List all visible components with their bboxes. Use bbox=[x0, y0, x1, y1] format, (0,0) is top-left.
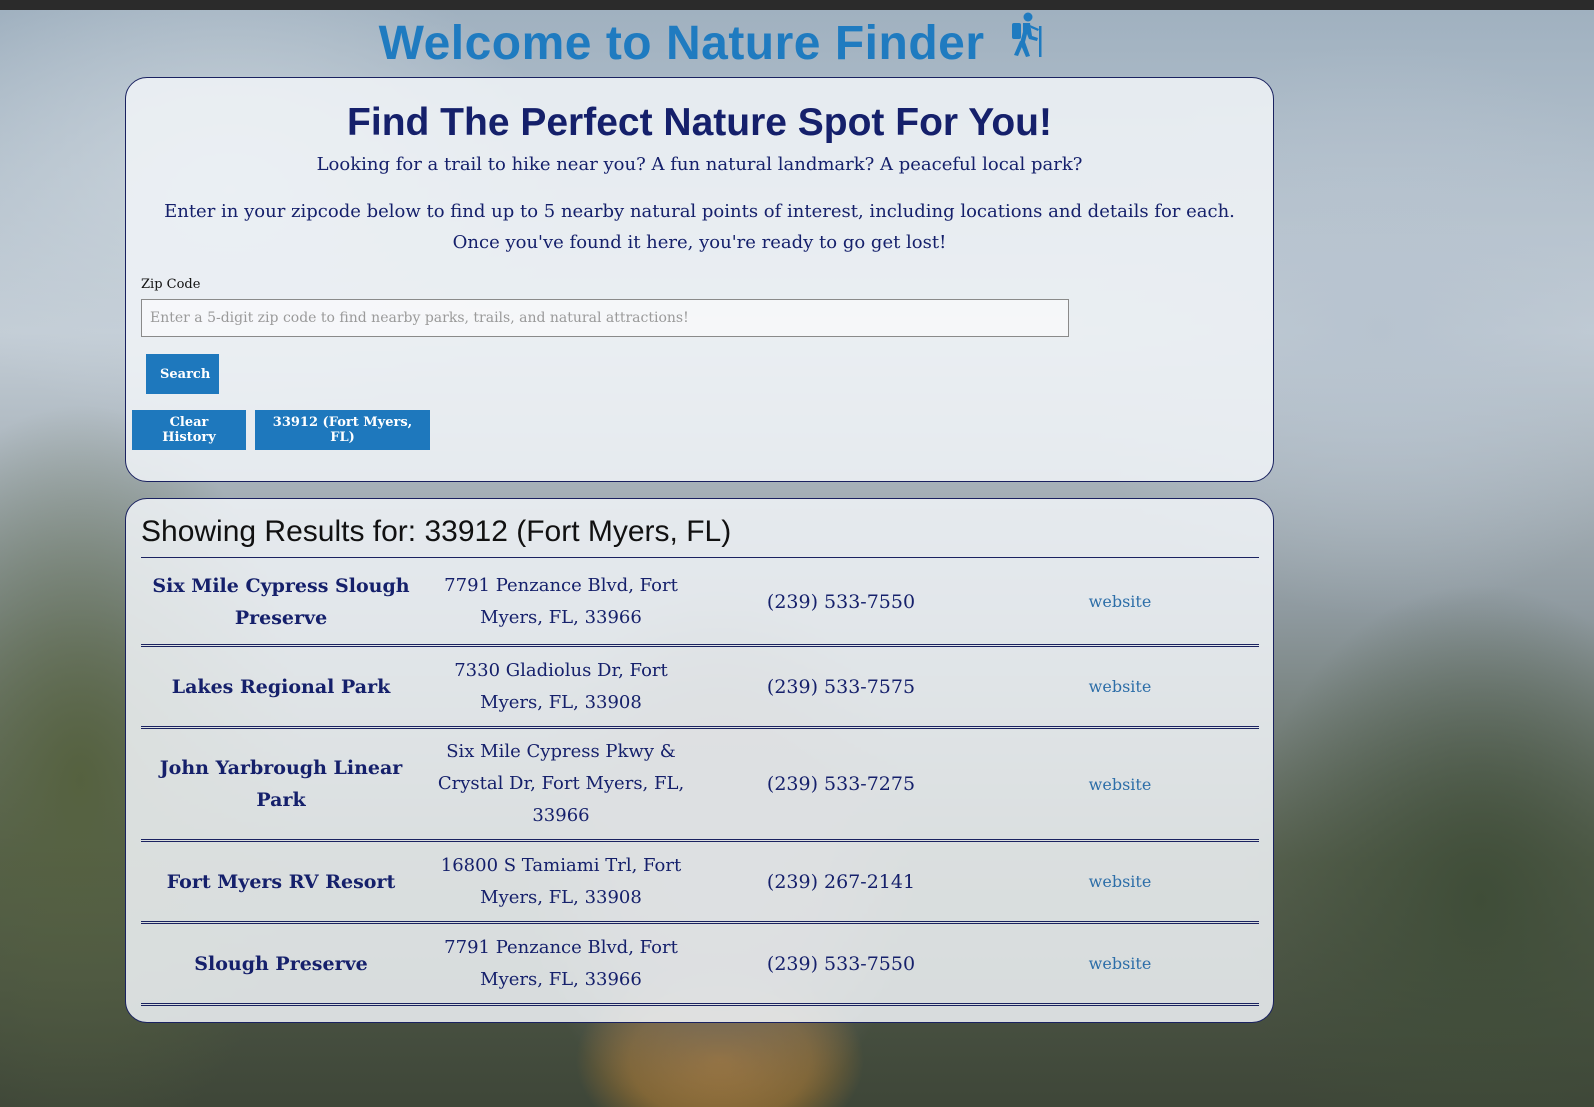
result-row: Lakes Regional Park 7330 Gladiolus Dr, F… bbox=[141, 647, 1259, 729]
zip-code-label: Zip Code bbox=[141, 277, 201, 292]
result-row: Fort Myers RV Resort 16800 S Tamiami Trl… bbox=[141, 842, 1259, 924]
result-row: John Yarbrough Linear Park Six Mile Cypr… bbox=[141, 729, 1259, 842]
result-row: Six Mile Cypress Slough Preserve 7791 Pe… bbox=[141, 559, 1259, 647]
zip-code-input[interactable] bbox=[141, 299, 1069, 337]
result-address: 7791 Penzance Blvd, Fort Myers, FL, 3396… bbox=[444, 936, 678, 990]
results-heading: Showing Results for: 33912 (Fort Myers, … bbox=[141, 515, 732, 548]
result-website-link[interactable]: website bbox=[1089, 954, 1152, 973]
details-text: Enter in your zipcode below to find up t… bbox=[164, 201, 1235, 253]
result-website-link[interactable]: website bbox=[1089, 775, 1152, 794]
result-phone: (239) 533-7550 bbox=[766, 952, 916, 975]
result-name: Six Mile Cypress Slough Preserve bbox=[152, 574, 410, 629]
search-panel: Find The Perfect Nature Spot For You! Lo… bbox=[125, 77, 1274, 482]
hiker-icon bbox=[1008, 12, 1046, 73]
result-website-link[interactable]: website bbox=[1089, 592, 1152, 611]
result-address: Six Mile Cypress Pkwy & Crystal Dr, Fort… bbox=[437, 741, 685, 826]
search-button[interactable]: Search bbox=[146, 354, 219, 394]
result-address: 7330 Gladiolus Dr, Fort Myers, FL, 33908 bbox=[454, 659, 668, 713]
results-panel: Showing Results for: 33912 (Fort Myers, … bbox=[125, 498, 1274, 1023]
result-website-link[interactable]: website bbox=[1089, 872, 1152, 891]
site-title: Welcome to Nature Finder bbox=[0, 12, 1425, 77]
result-phone: (239) 267-2141 bbox=[766, 870, 916, 893]
result-name: Lakes Regional Park bbox=[171, 675, 391, 698]
result-website-link[interactable]: website bbox=[1089, 677, 1152, 696]
result-name: Slough Preserve bbox=[194, 952, 368, 975]
clear-history-button[interactable]: Clear History bbox=[132, 410, 246, 450]
result-phone: (239) 533-7275 bbox=[766, 773, 916, 795]
browser-top-bar bbox=[0, 0, 1594, 10]
result-phone: (239) 533-7575 bbox=[766, 675, 916, 698]
search-heading: Find The Perfect Nature Spot For You! bbox=[347, 101, 1052, 144]
results-divider bbox=[141, 557, 1259, 558]
result-phone: (239) 533-7550 bbox=[766, 590, 916, 613]
intro-text: Looking for a trail to hike near you? A … bbox=[316, 154, 1083, 175]
result-name: John Yarbrough Linear Park bbox=[159, 757, 403, 811]
history-item-button[interactable]: 33912 (Fort Myers, FL) bbox=[255, 410, 430, 450]
result-address: 7791 Penzance Blvd, Fort Myers, FL, 3396… bbox=[444, 574, 678, 628]
site-title-text: Welcome to Nature Finder bbox=[378, 17, 985, 70]
result-name: Fort Myers RV Resort bbox=[166, 870, 396, 893]
results-list: Six Mile Cypress Slough Preserve 7791 Pe… bbox=[141, 559, 1259, 1006]
result-address: 16800 S Tamiami Trl, Fort Myers, FL, 339… bbox=[440, 854, 682, 908]
result-row: Slough Preserve 7791 Penzance Blvd, Fort… bbox=[141, 924, 1259, 1006]
